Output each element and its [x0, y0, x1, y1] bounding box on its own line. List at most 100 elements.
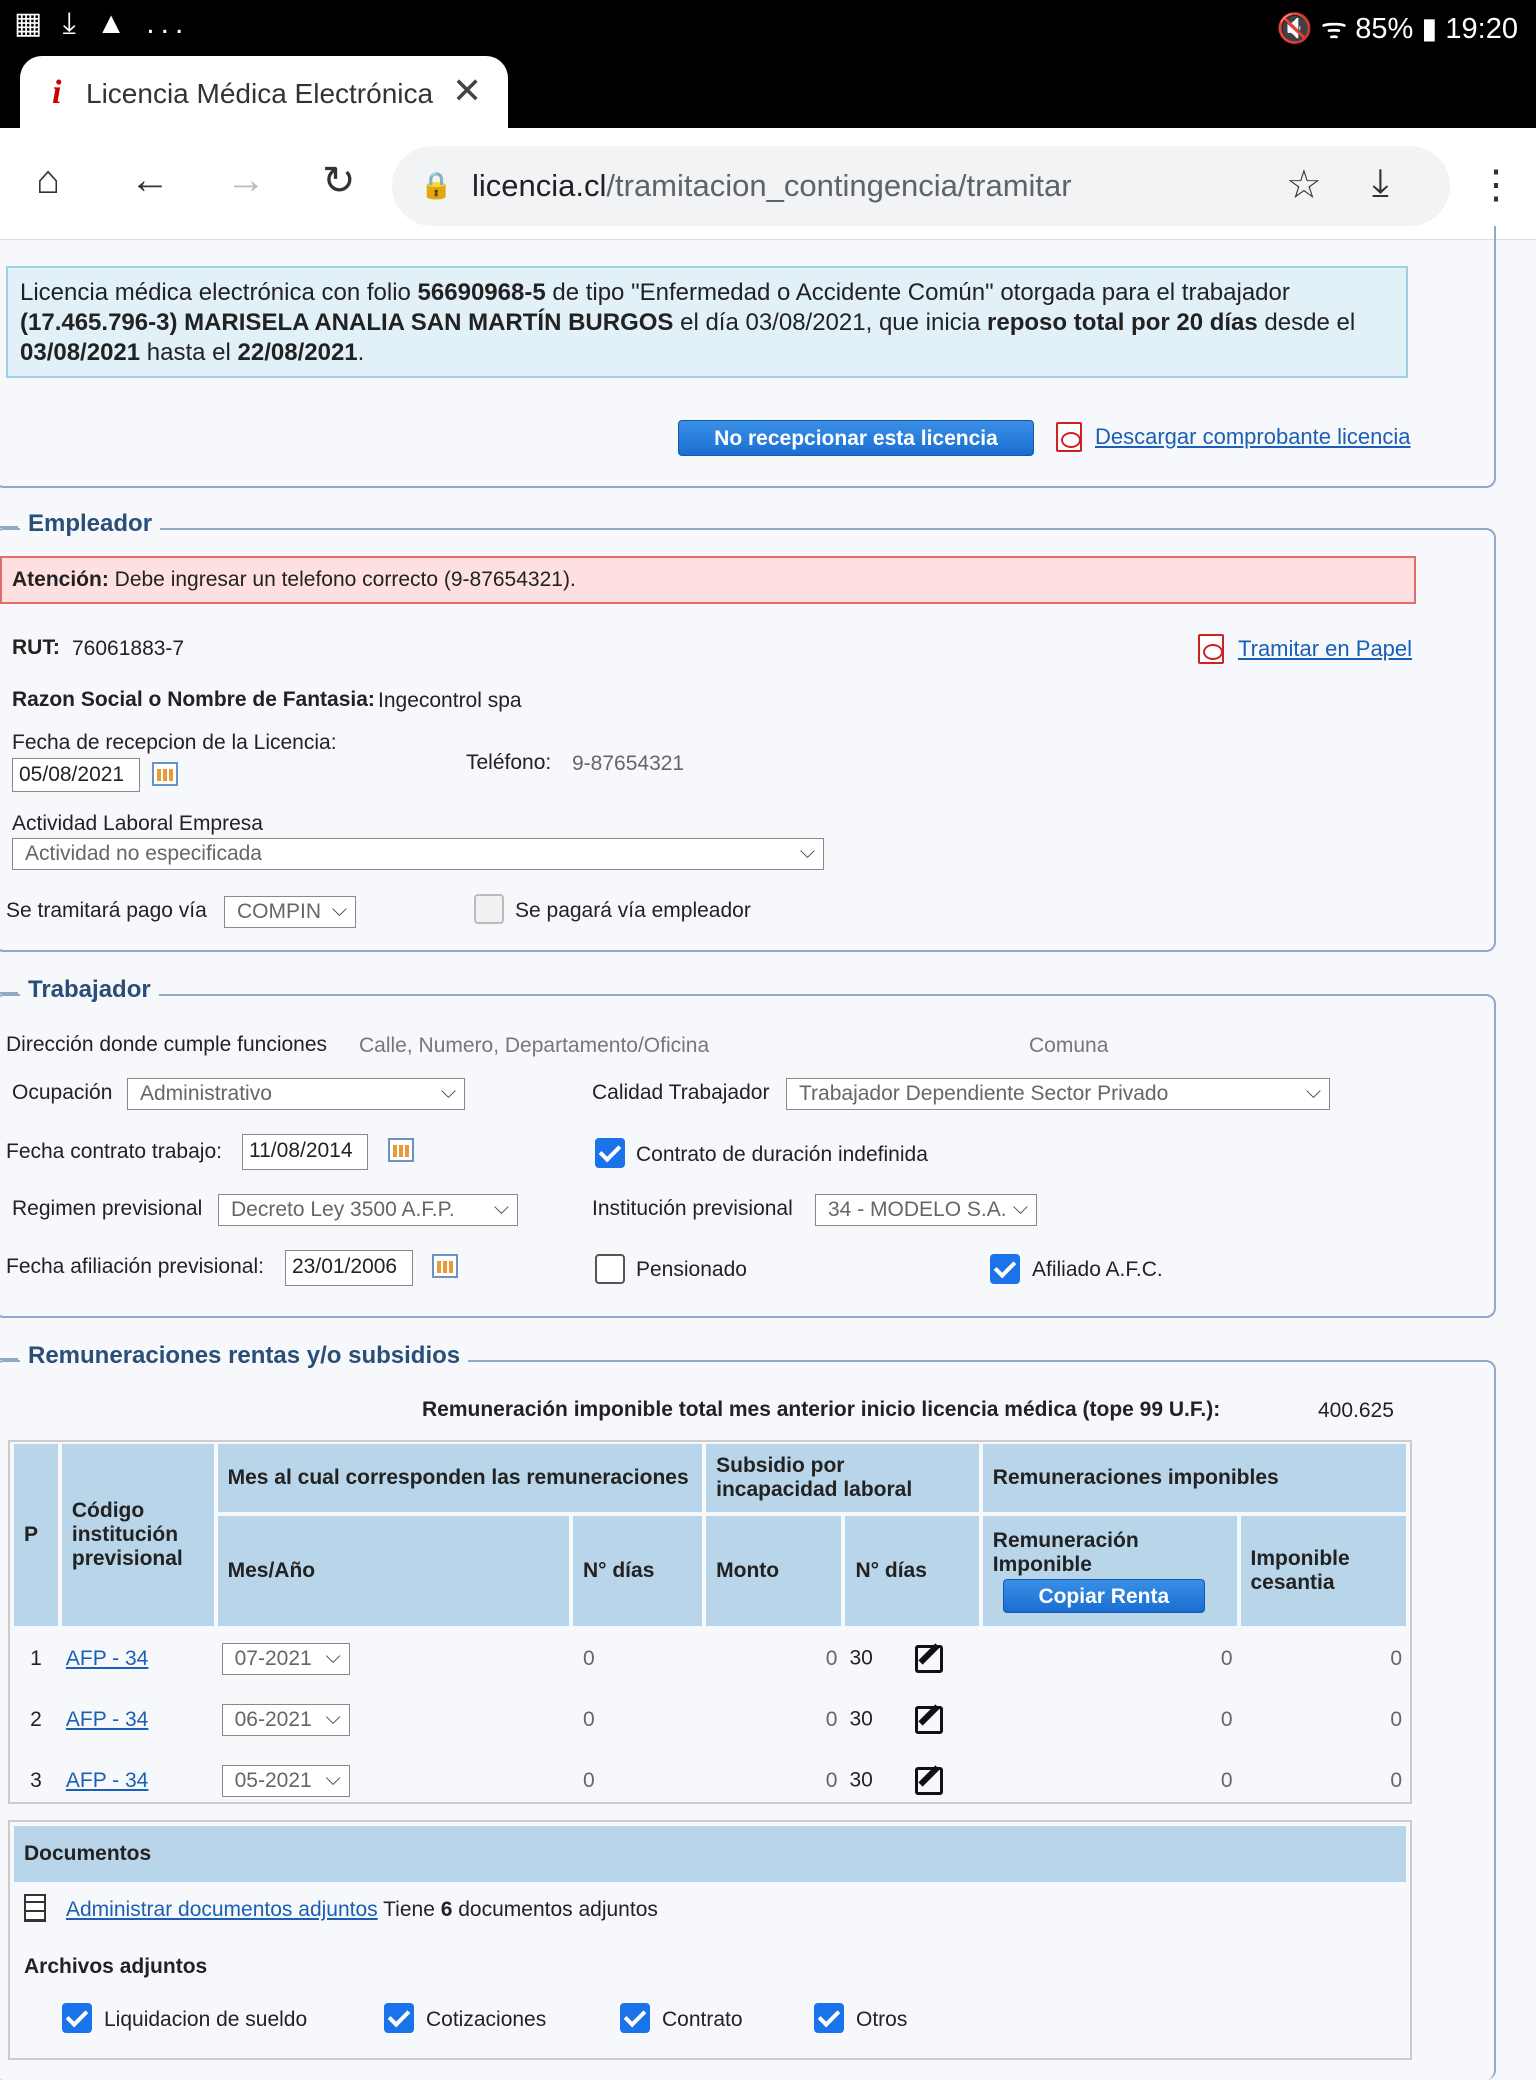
calidad-label: Calidad Trabajador: [592, 1081, 770, 1104]
tiene-text: Tiene: [377, 1898, 441, 1921]
warning-label: Atención:: [12, 568, 109, 591]
address-bar[interactable]: 🔒 licencia.cl/tramitacion_contingencia/t…: [392, 146, 1450, 226]
back-icon[interactable]: ←: [130, 158, 170, 203]
afiliacion-input[interactable]: 23/01/2006: [285, 1250, 413, 1286]
pensionado-checkbox[interactable]: [595, 1254, 625, 1284]
total-value: 400.625: [1318, 1399, 1394, 1422]
codigo-link[interactable]: AFP - 34: [66, 1708, 148, 1731]
telefono-label: Teléfono:: [466, 751, 552, 774]
pago-value: COMPIN: [237, 900, 321, 923]
lock-icon: 🔒: [420, 170, 453, 200]
calidad-select[interactable]: Trabajador Dependiente Sector Privado ⌵: [786, 1078, 1330, 1110]
ndias-subsidio: 30: [849, 1707, 873, 1731]
ndias-input[interactable]: 0: [573, 1691, 702, 1748]
monto-input[interactable]: 0: [706, 1691, 841, 1748]
pago-select[interactable]: COMPIN ⌵: [224, 896, 356, 928]
copiar-renta-button[interactable]: Copiar Renta: [1002, 1578, 1205, 1613]
calendar-icon[interactable]: [388, 1138, 414, 1162]
afc-label: Afiliado A.F.C.: [1032, 1258, 1163, 1281]
rut-label: RUT:: [12, 636, 60, 659]
file-label: Liquidacion de sueldo: [104, 2008, 308, 2031]
rem-imponible-input[interactable]: 0: [983, 1691, 1237, 1748]
chevron-down-icon: ⌵: [325, 1706, 341, 1729]
calendar-icon[interactable]: [432, 1254, 458, 1278]
direccion-input[interactable]: Calle, Numero, Departamento/Oficina: [359, 1034, 709, 1058]
edit-icon[interactable]: [914, 1705, 943, 1734]
doc-count: 6: [440, 1898, 453, 1921]
afc-checkbox[interactable]: [990, 1254, 1020, 1284]
cesantia-input[interactable]: 0: [1241, 1691, 1407, 1748]
browser-toolbar: ⌂ ← → ↻ 🔒 licencia.cl/tramitacion_contin…: [0, 128, 1536, 240]
browser-tab[interactable]: i Licencia Médica Electrónica ✕: [20, 56, 508, 128]
contrato-label: Fecha contrato trabajo:: [6, 1140, 222, 1163]
header-subsidio: Subsidio por incapacidad laboral: [706, 1444, 979, 1512]
telefono-input[interactable]: 9-87654321: [572, 752, 684, 776]
row-p: 2: [30, 1707, 42, 1731]
monto-input[interactable]: 0: [706, 1630, 841, 1687]
mes-select[interactable]: 05-2021 ⌵: [221, 1764, 350, 1797]
rem-imponible-input[interactable]: 0: [983, 1630, 1237, 1687]
empleador-legend: Empleador: [20, 510, 161, 538]
actividad-select[interactable]: Actividad no especificada ⌵: [12, 838, 824, 870]
tab-strip: i Licencia Médica Electrónica ✕ +: [0, 52, 1536, 165]
file-checkbox[interactable]: [62, 2003, 92, 2033]
status-right: 🔇 ᯤ 85% ▮ 19:20: [1276, 13, 1518, 45]
edit-icon[interactable]: [914, 1766, 943, 1795]
empleador-pago-checkbox[interactable]: [474, 894, 504, 924]
reload-icon[interactable]: ↻: [322, 158, 356, 204]
info-text: el día 03/08/2021, que inicia: [673, 309, 988, 336]
home-icon[interactable]: ⌂: [36, 158, 60, 203]
codigo-link[interactable]: AFP - 34: [66, 1647, 148, 1670]
admin-documentos-link[interactable]: Administrar documentos adjuntos: [66, 1898, 378, 1921]
ndias-input[interactable]: 0: [573, 1630, 702, 1687]
rem-imponible-input[interactable]: 0: [983, 1752, 1237, 1809]
info-hasta: 22/08/2021: [237, 339, 358, 366]
bookmark-star-icon[interactable]: ☆: [1286, 162, 1322, 208]
cesantia-input[interactable]: 0: [1241, 1752, 1407, 1809]
empleador-pago-label: Se pagará vía empleador: [515, 899, 751, 922]
header-remuneraciones: Remuneraciones imponibles: [982, 1444, 1406, 1512]
pensionado-label: Pensionado: [636, 1258, 747, 1281]
download-icon[interactable]: ⤓: [1372, 162, 1389, 205]
chevron-down-icon: ⌵: [1012, 1197, 1028, 1219]
close-tab-icon[interactable]: ✕: [452, 70, 482, 112]
indefinido-checkbox[interactable]: [595, 1138, 625, 1168]
battery-level: 85%: [1355, 13, 1414, 45]
url-text[interactable]: licencia.cl/tramitacion_contingencia/tra…: [472, 168, 1072, 204]
file-checkbox[interactable]: [384, 2003, 414, 2033]
file-checkbox[interactable]: [814, 2003, 844, 2033]
cesantia-input[interactable]: 0: [1241, 1630, 1407, 1687]
forward-icon[interactable]: →: [226, 158, 266, 203]
file-label: Otros: [856, 2008, 908, 2031]
mes-select[interactable]: 06-2021 ⌵: [221, 1703, 350, 1736]
regimen-select[interactable]: Decreto Ley 3500 A.F.P. ⌵: [218, 1194, 518, 1226]
documentos-header: Documentos: [14, 1826, 1406, 1882]
archivos-label: Archivos adjuntos: [24, 1955, 208, 1978]
chevron-down-icon: ⌵: [325, 1767, 341, 1790]
trabajador-legend: Trabajador: [20, 976, 159, 1004]
calidad-value: Trabajador Dependiente Sector Privado: [799, 1082, 1169, 1105]
comuna-input[interactable]: Comuna: [1029, 1034, 1108, 1058]
calendar-icon[interactable]: [152, 762, 178, 786]
descargar-comprobante-link[interactable]: Descargar comprobante licencia: [1095, 424, 1411, 450]
institucion-select[interactable]: 34 - MODELO S.A. ⌵: [815, 1194, 1037, 1226]
chevron-down-icon: ⌵: [325, 1645, 341, 1668]
mes-select[interactable]: 07-2021 ⌵: [221, 1642, 350, 1675]
regimen-value: Decreto Ley 3500 A.F.P.: [231, 1198, 455, 1221]
codigo-link[interactable]: AFP - 34: [66, 1769, 148, 1792]
monto-input[interactable]: 0: [706, 1752, 841, 1809]
table-row: 1 AFP - 34 07-2021 ⌵ 0 0 30 0 0: [14, 1630, 1406, 1687]
contrato-input[interactable]: 11/08/2014: [242, 1134, 368, 1170]
no-recepcionar-button[interactable]: No recepcionar esta licencia: [678, 420, 1034, 456]
edit-icon[interactable]: [914, 1644, 943, 1673]
file-checkbox[interactable]: [620, 2003, 650, 2033]
legend-line: [0, 526, 18, 528]
fecha-recepcion-input[interactable]: 05/08/2021: [12, 758, 140, 792]
regimen-label: Regimen previsional: [12, 1197, 203, 1220]
chevron-down-icon: ⌵: [799, 841, 815, 863]
ndias-input[interactable]: 0: [573, 1752, 702, 1809]
menu-icon[interactable]: ⋮: [1476, 162, 1516, 208]
tramitar-papel-link[interactable]: Tramitar en Papel: [1238, 636, 1412, 662]
actividad-value: Actividad no especificada: [25, 842, 262, 865]
ocupacion-select[interactable]: Administrativo ⌵: [127, 1078, 465, 1110]
